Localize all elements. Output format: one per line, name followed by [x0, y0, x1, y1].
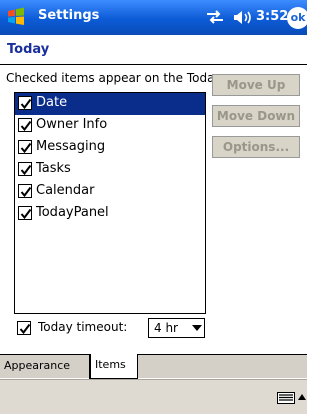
windows-start-icon[interactable]	[6, 7, 26, 27]
checkbox[interactable]	[18, 96, 32, 110]
options-button[interactable]: Options...	[212, 136, 300, 158]
menu-bar	[0, 379, 307, 414]
item-label: Owner Info	[36, 117, 108, 132]
item-label: Date	[36, 95, 68, 110]
clock[interactable]: 3:52	[256, 9, 288, 24]
title-bar: Settings 3:52 ok	[0, 0, 309, 35]
today-items-list[interactable]: Date Owner Info Messaging Tasks Calendar…	[14, 92, 206, 314]
list-item-owner-info[interactable]: Owner Info	[15, 115, 205, 137]
list-item-calendar[interactable]: Calendar	[15, 181, 205, 203]
list-item-tasks[interactable]: Tasks	[15, 159, 205, 181]
list-item-messaging[interactable]: Messaging	[15, 137, 205, 159]
chevron-down-icon	[192, 325, 202, 331]
checkbox[interactable]	[18, 118, 32, 132]
list-item-todaypanel[interactable]: TodayPanel	[15, 203, 205, 225]
timeout-value: 4 hr	[154, 321, 178, 335]
item-label: TodayPanel	[36, 205, 109, 220]
checkbox[interactable]	[18, 206, 32, 220]
input-menu-arrow-icon[interactable]	[298, 392, 306, 402]
tab-strip: Appearance Items	[0, 354, 307, 379]
app-title[interactable]: Settings	[38, 8, 99, 23]
tab-items[interactable]: Items	[90, 354, 138, 379]
checkbox[interactable]	[18, 140, 32, 154]
tab-appearance[interactable]: Appearance	[0, 355, 90, 379]
page-title: Today	[7, 42, 50, 57]
item-label: Messaging	[36, 139, 106, 154]
checkbox[interactable]	[18, 184, 32, 198]
speaker-icon[interactable]	[232, 10, 254, 25]
connectivity-icon[interactable]	[206, 10, 224, 24]
move-down-button[interactable]: Move Down	[212, 105, 300, 127]
checkbox[interactable]	[18, 162, 32, 176]
timeout-dropdown[interactable]: 4 hr	[148, 318, 205, 338]
item-label: Tasks	[36, 161, 71, 176]
keyboard-icon[interactable]	[277, 392, 295, 404]
item-label: Calendar	[36, 183, 95, 198]
move-up-button[interactable]: Move Up	[212, 74, 300, 96]
today-timeout-checkbox[interactable]	[17, 321, 31, 335]
today-timeout-label: Today timeout:	[38, 320, 128, 334]
list-item-date[interactable]: Date	[15, 93, 205, 115]
ok-button[interactable]: ok	[287, 7, 309, 29]
divider	[0, 64, 307, 65]
